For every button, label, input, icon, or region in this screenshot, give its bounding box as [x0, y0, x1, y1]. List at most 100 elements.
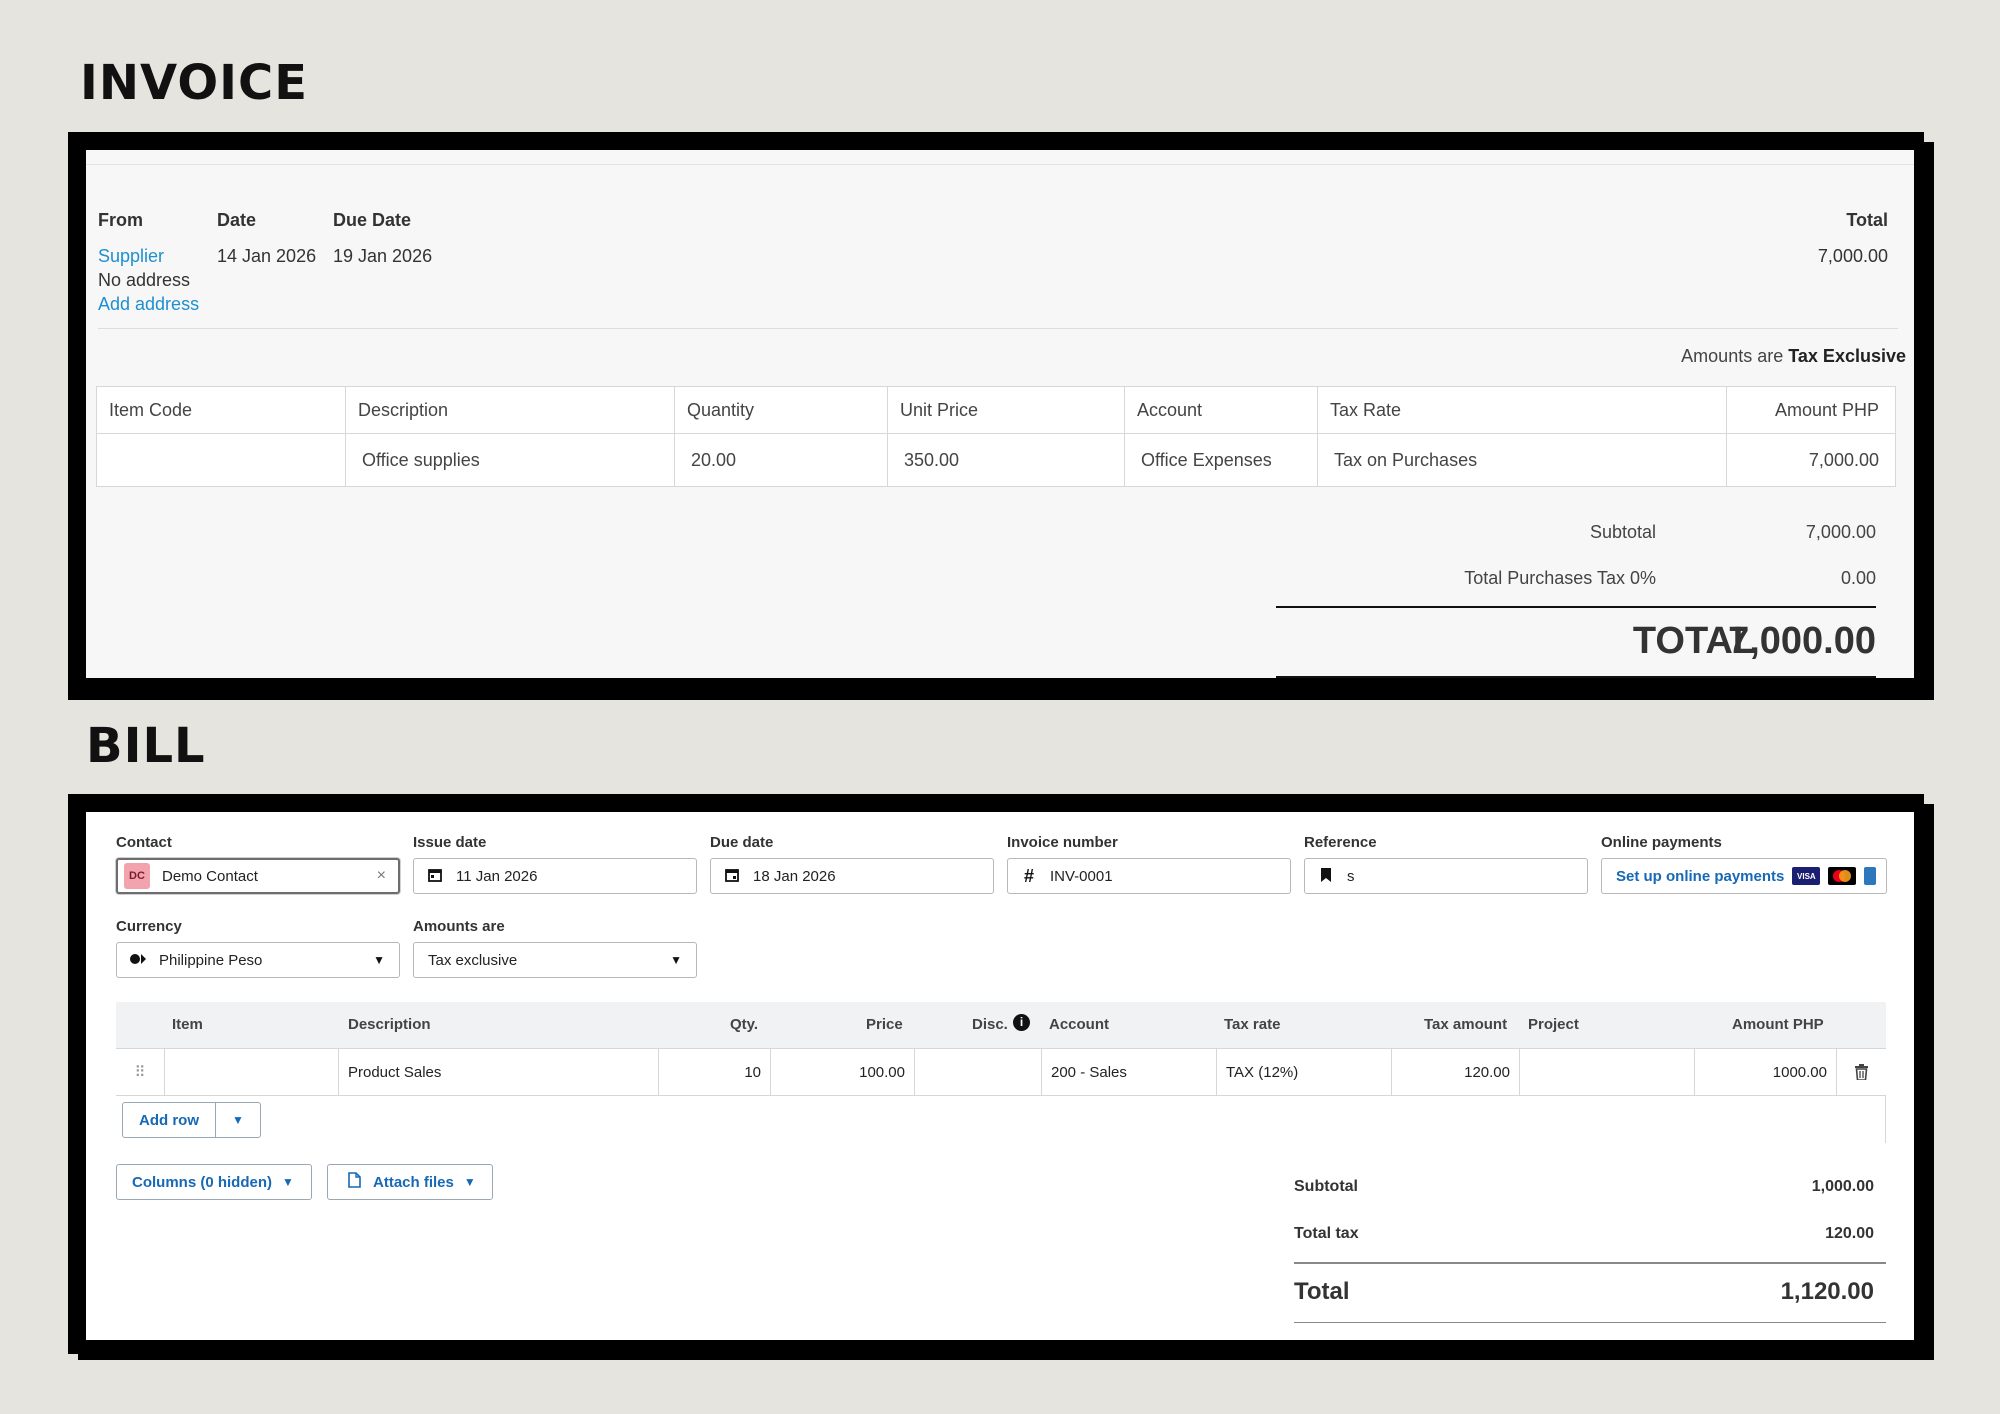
amounts-are-select[interactable]: Tax exclusive ▼: [413, 942, 697, 978]
table-row: ⠿ Product Sales 10 100.00 200 - Sales TA…: [116, 1048, 1886, 1096]
col-unit-price: Unit Price: [887, 386, 1125, 434]
cell-item[interactable]: [164, 1049, 338, 1095]
chevron-down-icon: ▼: [232, 1113, 244, 1127]
bill-total-bottom-rule: [1294, 1322, 1886, 1323]
hash-icon: #: [1023, 865, 1034, 886]
attach-files-button[interactable]: Attach files ▼: [327, 1164, 493, 1200]
supplier-address: No address: [98, 270, 191, 290]
file-icon: [348, 1172, 361, 1192]
due-date-value: 18 Jan 2026: [753, 867, 836, 885]
col-item-code: Item Code: [96, 386, 346, 434]
currency-select[interactable]: Philippine Peso ▼: [116, 942, 400, 978]
col-tax-rate: Tax rate: [1224, 1016, 1281, 1033]
col-account: Account: [1124, 386, 1318, 434]
invoice-heading: INVOICE: [80, 55, 309, 111]
invoice-date: 14 Jan 2026: [217, 246, 317, 266]
columns-button[interactable]: Columns (0 hidden) ▼: [116, 1164, 312, 1200]
contact-label: Contact: [116, 834, 172, 851]
invoice-number-field[interactable]: # INV-0001: [1007, 858, 1291, 894]
invoice-subtotal-label: Subtotal: [1589, 522, 1656, 542]
cell-tax-amount[interactable]: 120.00: [1391, 1049, 1519, 1095]
issue-date-label: Issue date: [413, 834, 487, 851]
mastercard-icon: [1828, 867, 1857, 885]
invoice-total-top: 7,000.00: [1817, 246, 1888, 266]
bill-heading: BILL: [86, 718, 206, 774]
currency-label: Currency: [116, 918, 182, 935]
columns-button-label: Columns (0 hidden): [132, 1173, 272, 1191]
contact-avatar: DC: [124, 863, 150, 889]
col-tax-amount: Tax amount: [1424, 1016, 1508, 1033]
cell-amount: 7,000.00: [1726, 433, 1896, 487]
invoice-number-label: Invoice number: [1007, 834, 1118, 851]
reference-field[interactable]: s: [1304, 858, 1588, 894]
invoice-due-date: 19 Jan 2026: [333, 246, 433, 266]
amounts-are-value: Tax exclusive: [428, 951, 518, 969]
reference-value: s: [1347, 867, 1355, 885]
bill-subtotal-label: Subtotal: [1294, 1178, 1358, 1195]
issue-date-field[interactable]: 11 Jan 2026: [413, 858, 697, 894]
chevron-down-icon: ▼: [463, 1175, 476, 1189]
supplier-link[interactable]: Supplier: [98, 246, 164, 267]
cell-qty[interactable]: 10: [658, 1049, 770, 1095]
invoice-panel: From Date Due Date Total Supplier No add…: [86, 150, 1914, 678]
bookmark-icon: [1317, 867, 1335, 885]
amounts-note-value: Tax Exclusive: [1788, 346, 1906, 366]
clear-contact-icon[interactable]: ×: [377, 867, 386, 885]
table-row: Office supplies 20.00 350.00 Office Expe…: [96, 433, 1896, 487]
cell-item-code: [96, 433, 346, 487]
cell-tax-rate[interactable]: TAX (12%): [1216, 1049, 1391, 1095]
cell-disc[interactable]: [914, 1049, 1041, 1095]
col-price: Price: [866, 1016, 903, 1033]
add-address-link[interactable]: Add address: [98, 294, 199, 315]
currency-value: Philippine Peso: [159, 951, 263, 969]
total-label: Total: [1846, 210, 1888, 230]
issue-date-value: 11 Jan 2026: [456, 867, 538, 885]
contact-value: Demo Contact: [162, 867, 258, 885]
bill-tax-label: Total tax: [1294, 1225, 1359, 1242]
invoice-header-divider: [98, 328, 1898, 329]
invoice-top-divider: [86, 164, 1914, 165]
from-label: From: [98, 210, 143, 230]
bill-subtotal: 1,000.00: [1811, 1178, 1874, 1195]
cell-amount[interactable]: 1000.00: [1694, 1049, 1836, 1095]
contact-field[interactable]: DC Demo Contact ×: [116, 858, 400, 894]
chevron-down-icon: ▼: [282, 1175, 294, 1189]
amounts-are-label: Amounts are: [413, 918, 505, 935]
add-row-area: [116, 1095, 1886, 1143]
col-account: Account: [1049, 1016, 1109, 1033]
attach-files-label: Attach files: [373, 1173, 454, 1191]
due-date-field[interactable]: 18 Jan 2026: [710, 858, 994, 894]
cell-description[interactable]: Product Sales: [338, 1049, 658, 1095]
setup-online-payments-link[interactable]: Set up online payments: [1616, 868, 1784, 885]
cell-description: Office supplies: [345, 433, 675, 487]
cell-quantity: 20.00: [674, 433, 888, 487]
calendar-icon: [426, 868, 444, 885]
add-row-button[interactable]: Add row: [122, 1102, 216, 1138]
col-description: Description: [348, 1016, 431, 1033]
cell-project[interactable]: [1519, 1049, 1694, 1095]
col-item: Item: [172, 1016, 203, 1033]
col-qty: Qty.: [730, 1016, 759, 1033]
cell-account[interactable]: 200 - Sales: [1041, 1049, 1216, 1095]
invoice-subtotal: 7,000.00: [1805, 522, 1876, 542]
invoice-line-items-table: Item Code Description Quantity Unit Pric…: [96, 386, 1896, 487]
col-amount: Amount PHP: [1732, 1016, 1824, 1033]
cell-unit-price: 350.00: [887, 433, 1125, 487]
due-date-label: Due date: [710, 834, 774, 851]
col-description: Description: [345, 386, 675, 434]
add-row-dropdown-button[interactable]: ▼: [215, 1102, 261, 1138]
bill-total-label: Total: [1294, 1278, 1350, 1305]
invoice-grand-total: 7,000.00: [1728, 620, 1876, 662]
col-quantity: Quantity: [674, 386, 888, 434]
due-date-label: Due Date: [333, 210, 412, 230]
chevron-down-icon: ▼: [373, 953, 385, 967]
online-payments-field[interactable]: Set up online payments VISA: [1601, 858, 1887, 894]
currency-flag-icon: [129, 952, 147, 968]
cell-price[interactable]: 100.00: [770, 1049, 914, 1095]
reference-label: Reference: [1304, 834, 1377, 851]
info-icon[interactable]: i: [1013, 1014, 1030, 1031]
trash-icon[interactable]: [1836, 1049, 1886, 1095]
col-tax-rate: Tax Rate: [1317, 386, 1727, 434]
amounts-note: Amounts are Tax Exclusive: [1681, 346, 1906, 367]
drag-handle-icon[interactable]: ⠿: [116, 1049, 164, 1095]
